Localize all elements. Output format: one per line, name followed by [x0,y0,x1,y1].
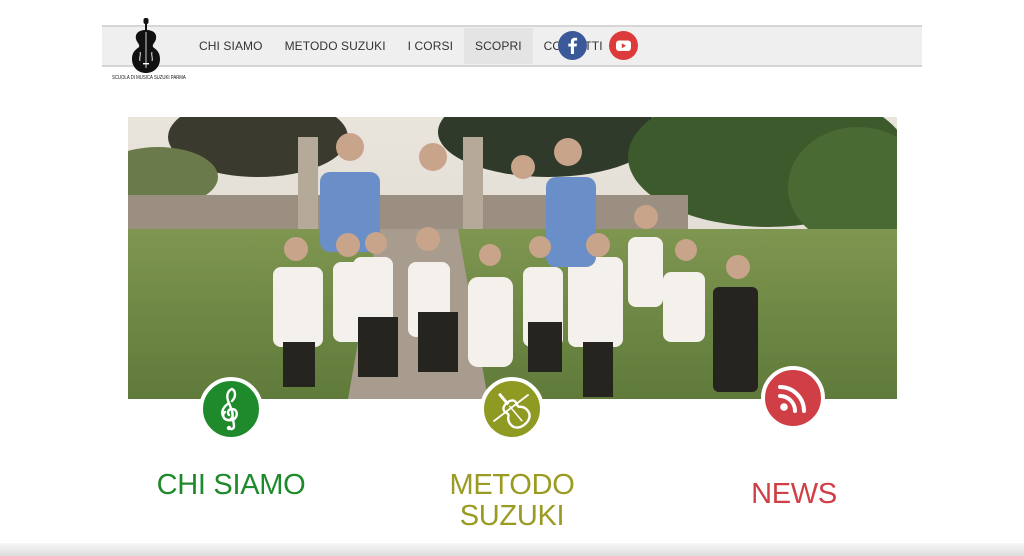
facebook-link[interactable] [558,31,587,60]
youtube-link[interactable] [609,31,638,60]
news-title[interactable]: NEWS [694,479,894,510]
nav-item-chi-siamo[interactable]: CHI SIAMO [188,28,274,64]
metodo-suzuki-title[interactable]: METODO SUZUKI [412,470,612,532]
violin-icon [132,18,160,73]
main-nav: CHI SIAMO METODO SUZUKI I CORSI SCOPRI C… [188,28,614,64]
violin-icon [493,392,531,429]
nav-item-scopri[interactable]: SCOPRI [464,28,533,64]
logo-text: SCUOLA DI MUSICA SUZUKI PARMA [112,75,186,81]
hero-photo-illustration [128,117,897,399]
metodo-suzuki-title-line1: METODO [449,469,575,501]
site-logo[interactable]: SCUOLA DI MUSICA SUZUKI PARMA [112,18,186,84]
hero-photo [128,117,897,399]
nav-item-i-corsi[interactable]: I CORSI [397,28,464,64]
chi-siamo-feature-icon[interactable] [199,377,263,441]
nav-item-metodo-suzuki[interactable]: METODO SUZUKI [274,28,397,64]
youtube-icon [616,40,631,51]
facebook-icon [568,37,578,54]
metodo-suzuki-title-line2: SUZUKI [459,500,565,532]
news-feature-icon[interactable] [761,366,825,430]
chi-siamo-title[interactable]: CHI SIAMO [131,470,331,501]
bottom-edge [0,543,1024,556]
metodo-suzuki-feature-icon[interactable] [480,377,544,441]
rss-icon [778,385,806,413]
treble-clef-icon [221,387,238,431]
